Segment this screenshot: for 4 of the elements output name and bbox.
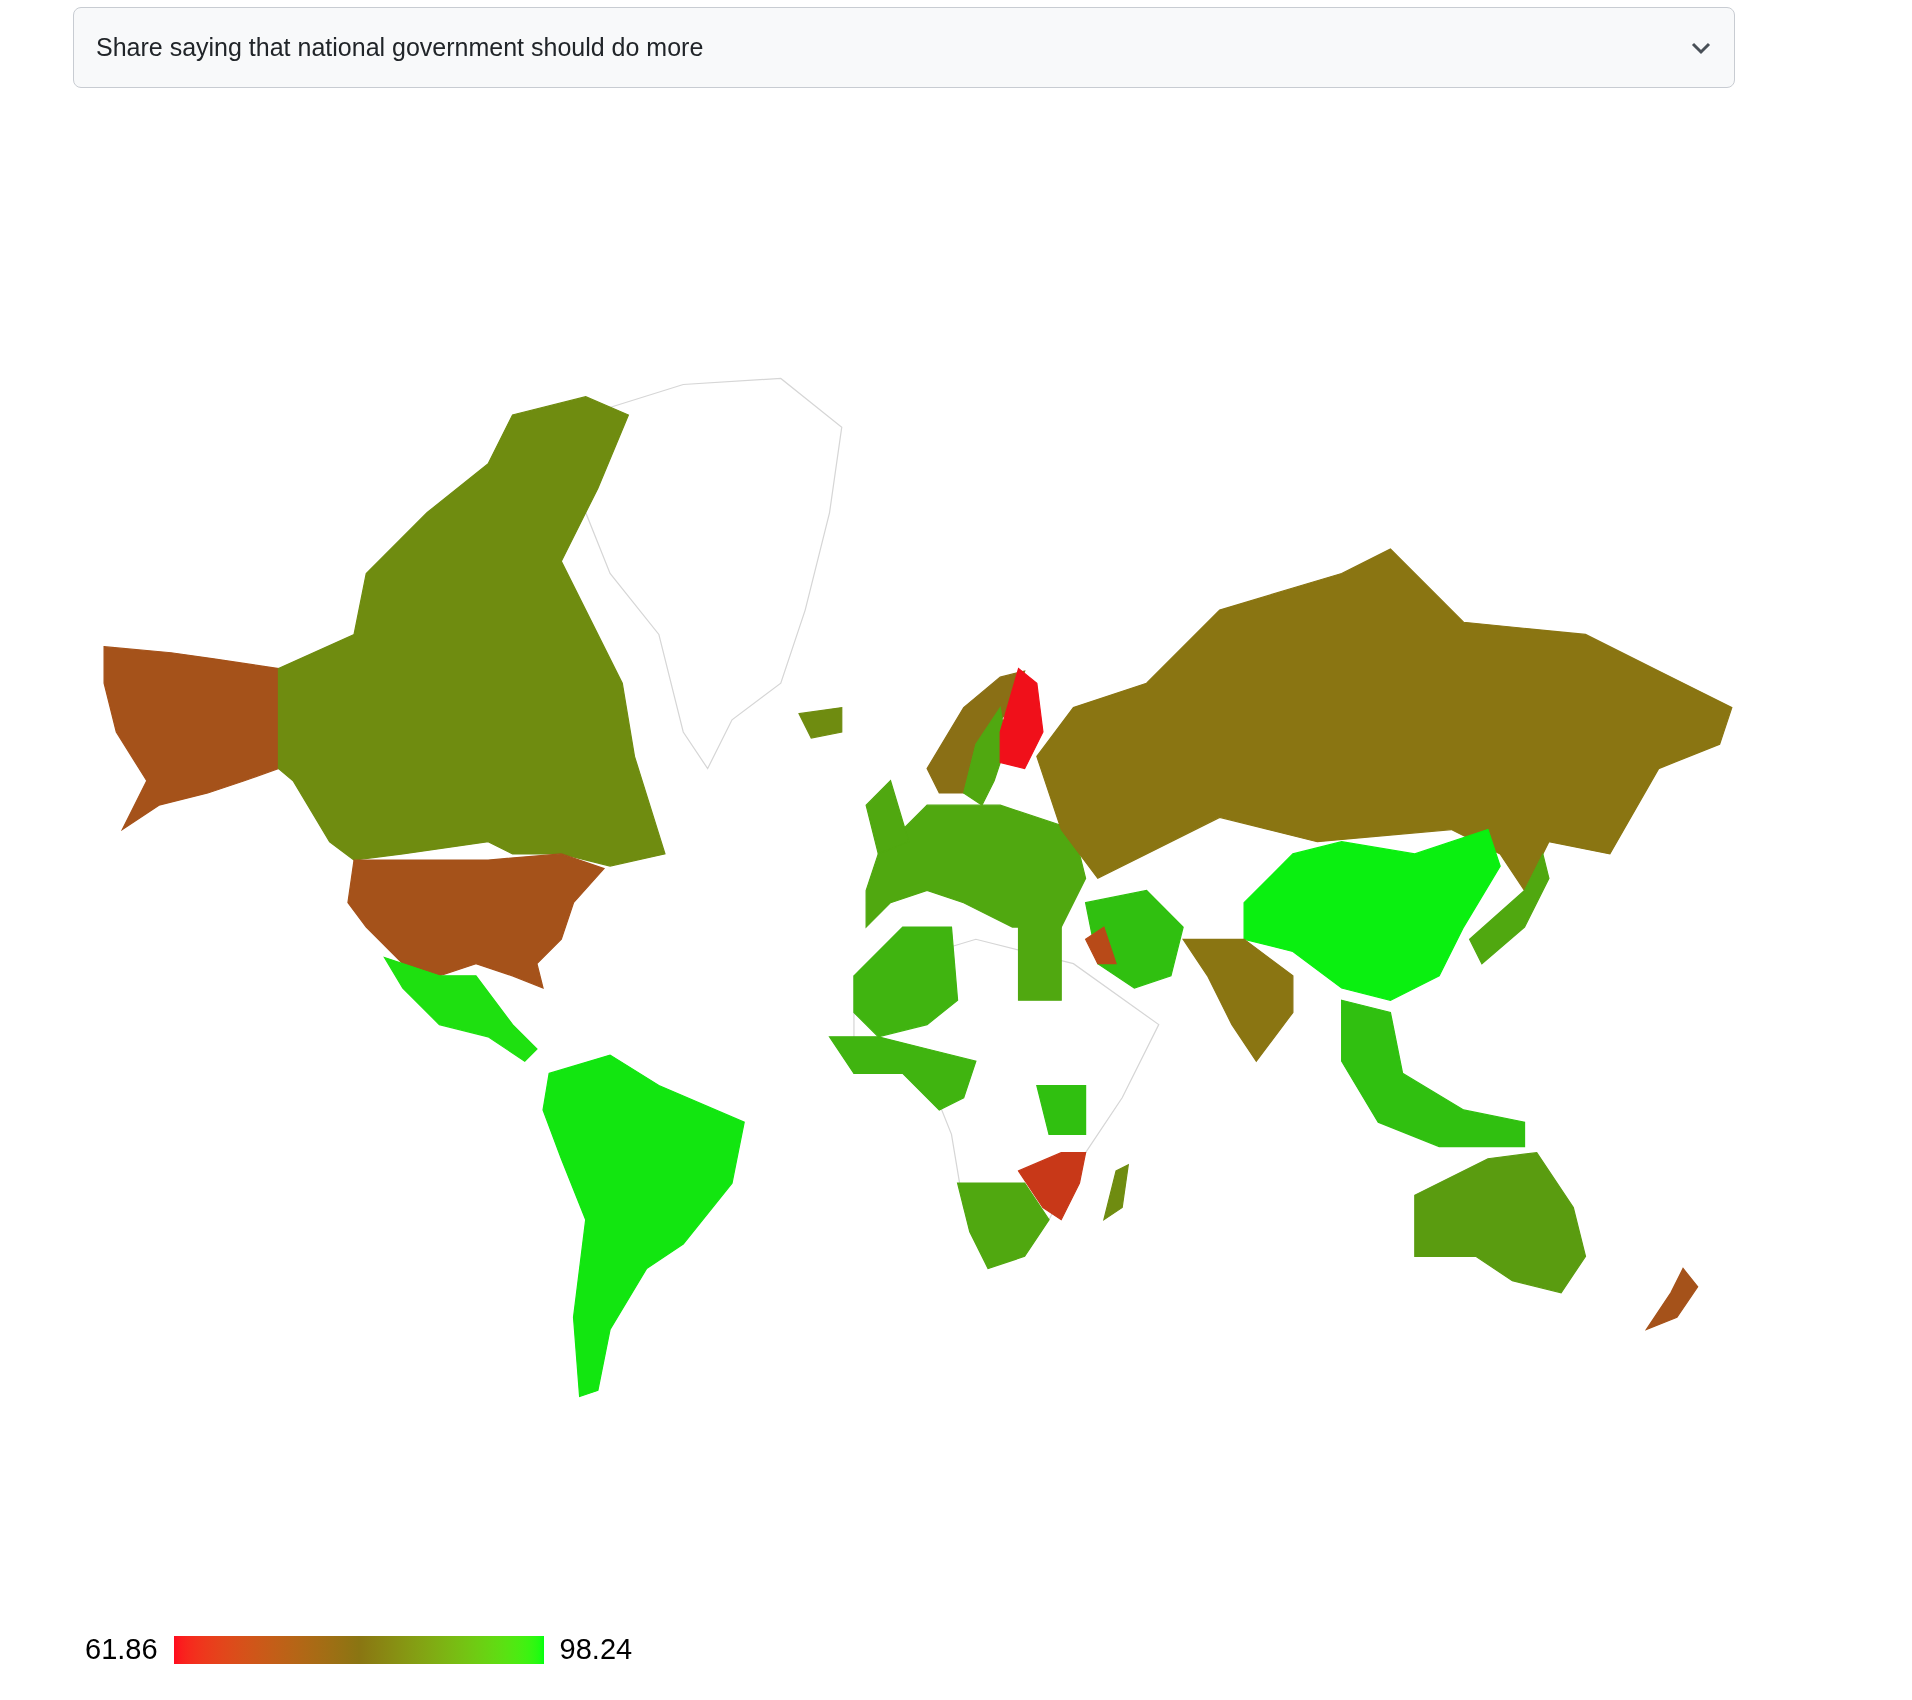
legend-max-value: 98.24 xyxy=(559,1632,633,1667)
chevron-down-icon xyxy=(1690,40,1712,55)
indicator-dropdown[interactable]: Share saying that national government should do more xyxy=(73,7,1735,88)
legend-min-value: 61.86 xyxy=(85,1632,158,1667)
